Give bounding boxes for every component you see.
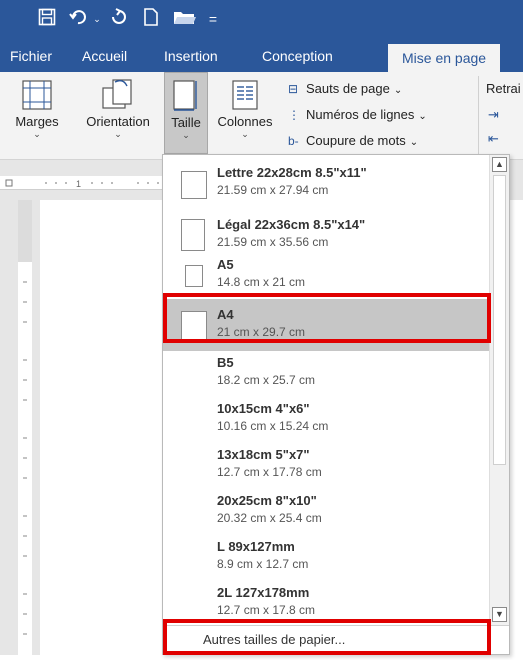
scroll-down-icon[interactable]: ▼ [492, 607, 507, 622]
margins-chevron-icon: ⌄ [33, 129, 41, 139]
margins-icon [22, 80, 52, 110]
line-numbers-chevron-icon: ⌄ [418, 111, 427, 122]
orientation-icon [101, 78, 135, 110]
size-option-10x15[interactable]: 10x15cm 4"x6" 10.16 cm x 15.24 cm [163, 393, 489, 445]
line-numbers-button[interactable]: ⋮ Numéros de lignes ⌄ [288, 106, 427, 124]
tab-fichier[interactable]: Fichier [10, 40, 52, 72]
quick-access-toolbar: ⌄ = [0, 0, 523, 40]
columns-label: Colonnes [217, 114, 273, 129]
a5-page-thumbnail-icon [185, 265, 203, 287]
ribbon-page-layout: Marges ⌄ Orientation ⌄ Taille ⌄ Colonnes… [0, 72, 523, 160]
orientation-chevron-icon: ⌄ [114, 129, 122, 139]
open-folder-icon[interactable] [172, 8, 198, 30]
undo-dropdown-chevron-icon[interactable]: ⌄ [92, 8, 102, 30]
margins-label: Marges [15, 114, 59, 129]
save-icon[interactable] [36, 8, 58, 30]
page-size-icon [172, 79, 200, 111]
page-breaks-button[interactable]: ⊟ Sauts de page ⌄ [288, 80, 402, 98]
orientation-label: Orientation [86, 114, 150, 129]
columns-icon [232, 80, 258, 110]
size-option-dimensions: 12.7 cm x 17.8 cm [217, 603, 316, 617]
vertical-ruler-ticks [23, 281, 27, 635]
size-option-dimensions: 8.9 cm x 12.7 cm [217, 557, 309, 571]
size-option-name: Lettre 22x28cm 8.5"x11" [217, 165, 367, 180]
size-option-dimensions: 20.32 cm x 25.4 cm [217, 511, 322, 525]
hyphenation-chevron-icon: ⌄ [409, 137, 419, 148]
hyphenation-label: Coupure de mots [306, 133, 406, 148]
a4-highlight-box [163, 293, 491, 343]
scroll-up-icon[interactable]: ▲ [492, 157, 507, 172]
page-breaks-icon: ⊟ [288, 82, 299, 96]
hyphenation-button[interactable]: b- Coupure de mots ⌄ [288, 132, 418, 150]
more-sizes-highlight-box [163, 619, 491, 655]
size-option-dimensions: 14.8 cm x 21 cm [217, 275, 306, 289]
tab-conception[interactable]: Conception [262, 40, 333, 72]
size-button[interactable]: Taille ⌄ [164, 72, 208, 154]
scrollbar-thumb[interactable] [493, 175, 506, 465]
undo-icon[interactable] [68, 8, 92, 30]
margins-button[interactable]: Marges ⌄ [0, 72, 74, 152]
size-option-name: 20x25cm 8"x10" [217, 493, 317, 508]
page-breaks-chevron-icon: ⌄ [393, 85, 403, 96]
horizontal-ruler: 1 [0, 176, 180, 190]
tab-mise-en-page[interactable]: Mise en page [388, 44, 501, 72]
page-breaks-label: Sauts de page [306, 81, 390, 96]
size-option-name: 2L 127x178mm [217, 585, 310, 600]
size-option-20x25[interactable]: 20x25cm 8"x10" 20.32 cm x 25.4 cm [163, 485, 489, 537]
legal-page-thumbnail-icon [181, 219, 205, 251]
lettre-page-thumbnail-icon [181, 171, 207, 199]
size-option-name: 13x18cm 5"x7" [217, 447, 310, 462]
customize-toolbar-icon[interactable]: = [206, 8, 220, 30]
new-document-icon[interactable] [140, 8, 162, 30]
hyphenation-icon: b- [288, 134, 299, 148]
size-chevron-icon: ⌄ [182, 130, 190, 140]
vertical-ruler-text-area [18, 262, 32, 655]
size-option-lettre[interactable]: Lettre 22x28cm 8.5"x11" 21.59 cm x 27.94… [163, 157, 489, 209]
indent-left-icon[interactable]: ⇥ [488, 106, 499, 124]
size-option-name: L 89x127mm [217, 539, 295, 554]
ribbon-group-divider [478, 76, 479, 156]
tab-insertion[interactable]: Insertion [164, 40, 218, 72]
size-option-name: 10x15cm 4"x6" [217, 401, 310, 416]
size-option-dimensions: 21.59 cm x 35.56 cm [217, 235, 329, 249]
size-label: Taille [171, 115, 201, 130]
indent-group-label: Retrai [486, 81, 521, 96]
size-option-name: Légal 22x36cm 8.5"x14" [217, 217, 366, 232]
line-numbers-icon: ⋮ [288, 108, 300, 122]
size-option-l-89x127[interactable]: L 89x127mm 8.9 cm x 12.7 cm [163, 531, 489, 583]
redo-icon[interactable] [108, 8, 130, 30]
size-option-dimensions: 21.59 cm x 27.94 cm [217, 183, 329, 197]
line-numbers-label: Numéros de lignes [306, 107, 415, 122]
columns-chevron-icon: ⌄ [241, 129, 249, 139]
columns-button[interactable]: Colonnes ⌄ [212, 72, 278, 152]
size-option-name: B5 [217, 355, 234, 370]
ribbon-tabs: Fichier Accueil Insertion Conception Mis… [0, 40, 523, 72]
indent-right-icon[interactable]: ⇤ [488, 130, 499, 148]
size-option-13x18[interactable]: 13x18cm 5"x7" 12.7 cm x 17.78 cm [163, 439, 489, 491]
size-option-name: A5 [217, 257, 234, 272]
tab-accueil[interactable]: Accueil [82, 40, 127, 72]
size-option-dimensions: 18.2 cm x 25.7 cm [217, 373, 316, 387]
orientation-button[interactable]: Orientation ⌄ [76, 72, 160, 152]
horizontal-ruler-ticks: 1 [5, 179, 159, 189]
size-option-dimensions: 10.16 cm x 15.24 cm [217, 419, 329, 433]
size-option-dimensions: 12.7 cm x 17.78 cm [217, 465, 322, 479]
dropdown-scrollbar[interactable]: ▲ ▼ [489, 155, 509, 625]
size-option-b5[interactable]: B5 18.2 cm x 25.7 cm [163, 347, 489, 399]
paper-size-dropdown: Lettre 22x28cm 8.5"x11" 21.59 cm x 27.94… [162, 154, 510, 655]
svg-text:1: 1 [76, 179, 81, 189]
